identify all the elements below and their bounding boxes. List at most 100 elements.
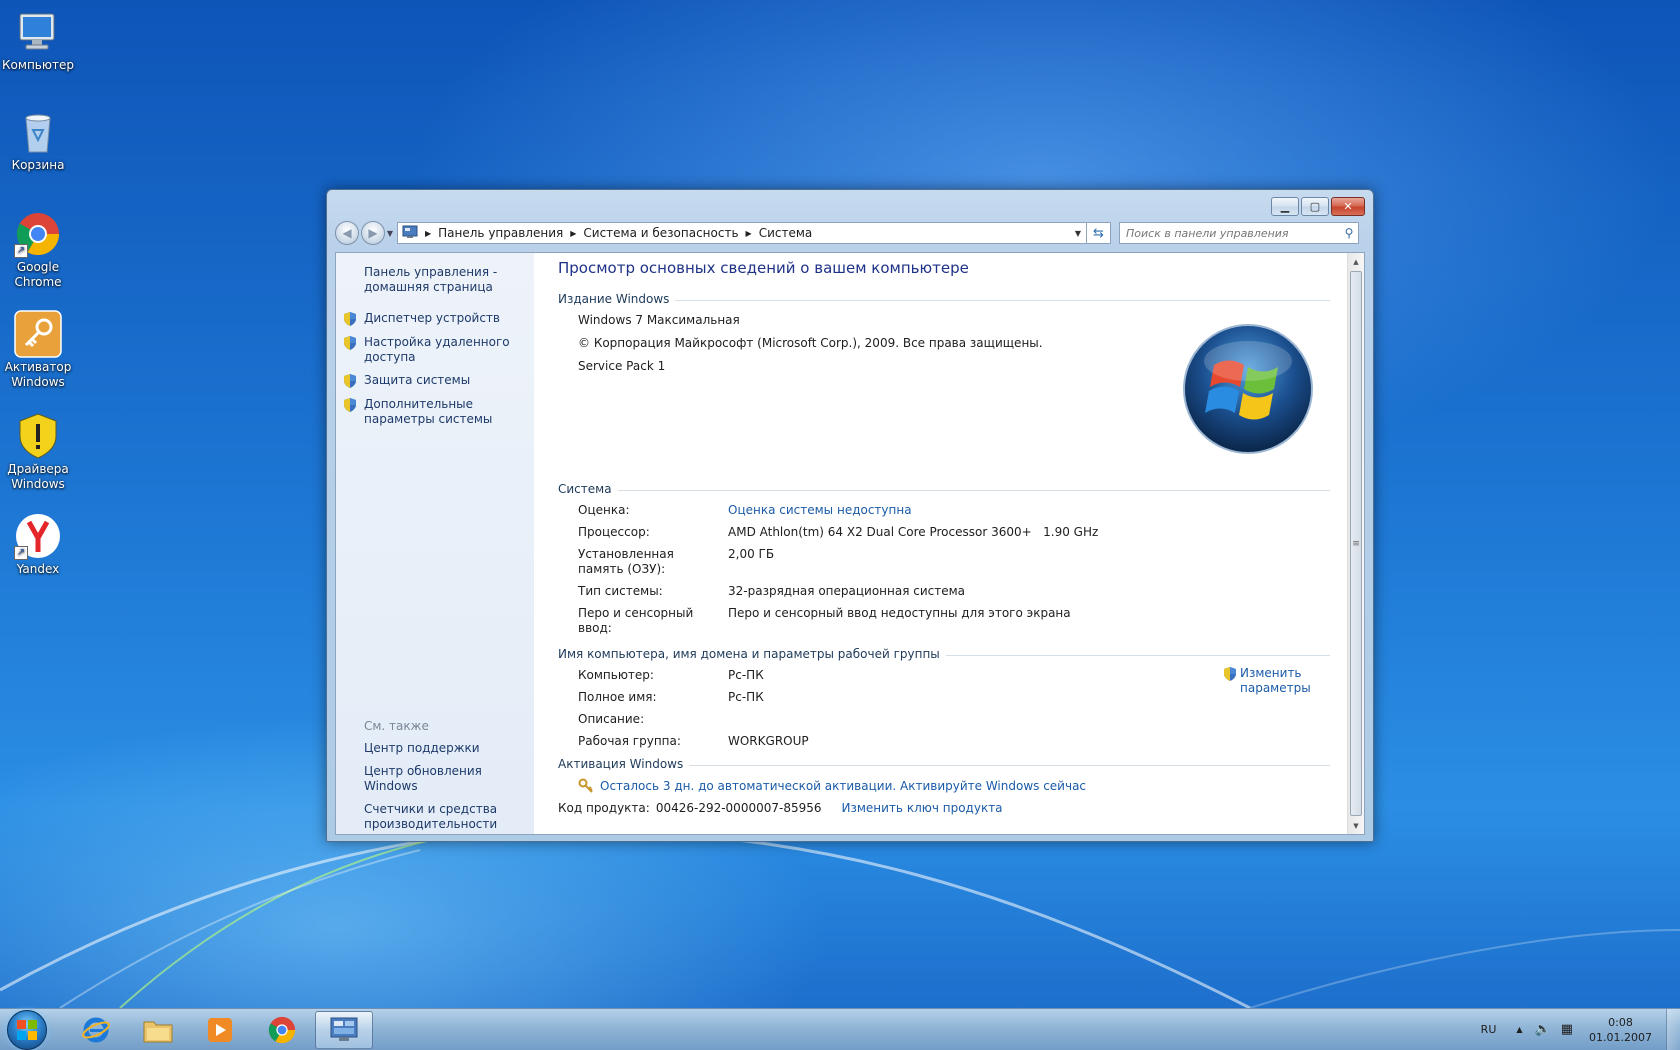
yandex-icon: ↗ [14,512,62,560]
sidebar-item-system-protection[interactable]: Защита системы [336,373,534,389]
taskbar: RU ▲ 🔈 ▦ 0:08 01.01.2007 [0,1008,1680,1050]
chrome-icon [268,1016,296,1043]
search-box[interactable]: ⚲ [1119,222,1359,244]
windows-logo-icon [1183,324,1313,454]
vertical-scrollbar[interactable]: ▲ ≡ ▼ [1347,253,1364,834]
taskbar-internet-explorer[interactable] [67,1011,125,1049]
change-settings-label: Изменить параметры [1240,666,1311,695]
section-activation: Активация Windows [558,756,1330,772]
refresh-button[interactable]: ⇆ [1087,222,1111,244]
desktop-icon-windows-drivers[interactable]: Драйвера Windows [4,412,72,492]
sidebar-item-device-manager[interactable]: Диспетчер устройств [336,311,534,327]
system-row-processor: Процессор: AMD Athlon(tm) 64 X2 Dual Cor… [578,525,1099,539]
uac-shield-icon [344,374,356,388]
computer-icon [14,8,62,56]
desktop-icon-recycle-bin[interactable]: Корзина [4,108,72,173]
scroll-down-icon[interactable]: ▼ [1348,817,1364,834]
computer-row-description: Описание: [578,712,645,726]
volume-icon[interactable]: 🔈 [1535,1022,1551,1037]
see-also-performance[interactable]: Счетчики и средства производительности [364,802,534,832]
desktop-icon-computer[interactable]: Компьютер [2,8,74,73]
breadcrumb-separator-icon: ▶ [570,228,577,238]
product-key-value: 00426-292-0000007-85956 [655,801,822,815]
taskbar-explorer[interactable] [129,1011,187,1049]
breadcrumb-system[interactable]: Система [759,226,813,240]
sidebar-item-remote-access[interactable]: Настройка удаленного доступа [336,335,534,365]
search-icon[interactable]: ⚲ [1340,226,1358,240]
taskbar-chrome[interactable] [253,1011,311,1049]
shortcut-arrow-icon: ↗ [14,244,28,258]
search-input[interactable] [1126,226,1340,240]
desktop-icon-label: Корзина [11,158,65,172]
section-heading: Имя компьютера, имя домена и параметры р… [558,647,940,661]
see-also-section: См. также Центр поддержки Центр обновлен… [364,719,534,840]
section-system: Система [558,481,1330,497]
show-hidden-icons-icon[interactable]: ▲ [1516,1025,1522,1034]
section-heading: Издание Windows [558,292,670,306]
scroll-up-icon[interactable]: ▲ [1348,253,1364,270]
show-desktop-button[interactable] [1666,1008,1680,1050]
change-settings-button[interactable]: Изменить параметры [1222,666,1311,696]
sidebar-item-label: Дополнительные параметры системы [364,397,493,426]
desktop-icon-windows-activator[interactable]: Активатор Windows [4,310,72,390]
sidebar-item-advanced-settings[interactable]: Дополнительные параметры системы [336,397,534,427]
close-button[interactable]: ✕ [1331,197,1365,216]
change-product-key-link[interactable]: Изменить ключ продукта [842,801,1003,816]
address-bar[interactable]: ▶ Панель управления ▶ Система и безопасн… [397,222,1087,244]
main-panel: Просмотр основных сведений о вашем компь… [534,253,1364,834]
breadcrumb-separator-icon: ▶ [745,228,752,238]
clock-time: 0:08 [1608,1015,1633,1029]
key-activator-icon [14,310,62,358]
taskbar-control-panel[interactable] [315,1010,373,1049]
section-windows-edition: Издание Windows [558,291,1330,307]
chrome-icon: ↗ [14,210,62,258]
desktop-icon-label: Yandex [16,562,60,576]
media-player-icon [208,1017,232,1042]
see-also-windows-update[interactable]: Центр обновления Windows [364,764,534,794]
desktop: Компьютер Корзина ↗ Google Chrome Актива… [0,0,1680,1008]
rating-link[interactable]: Оценка системы недоступна [728,503,1364,518]
folder-icon [143,1021,173,1042]
desktop-icon-label: Активатор Windows [4,360,72,389]
system-row-type: Тип системы: 32-разрядная операционная с… [578,584,966,598]
see-also-action-center[interactable]: Центр поддержки [364,741,534,756]
control-panel-icon [402,225,418,242]
shortcut-arrow-icon: ↗ [14,546,28,560]
page-title: Просмотр основных сведений о вашем компь… [558,259,969,277]
system-row-rating: Оценка: Оценка системы недоступна [578,503,1364,518]
uac-shield-icon [344,336,356,350]
window-controls: ▁ ▢ ✕ [1271,197,1365,216]
sidebar-control-panel-home[interactable]: Панель управления - домашняя страница [336,265,534,295]
start-button[interactable] [7,1009,47,1050]
desktop-icon-yandex[interactable]: ↗ Yandex [4,512,72,577]
uac-shield-icon [344,398,356,412]
back-button[interactable]: ◀ [335,221,359,245]
desktop-icon-google-chrome[interactable]: ↗ Google Chrome [4,210,72,290]
taskbar-media-player[interactable] [191,1011,249,1049]
address-dropdown-icon[interactable]: ▼ [1070,229,1086,238]
breadcrumb-system-security[interactable]: Система и безопасность [583,226,738,240]
warning-shield-icon [14,412,62,460]
network-icon[interactable]: ▦ [1561,1022,1573,1037]
sidebar-item-label: Защита системы [364,373,471,387]
breadcrumb-control-panel[interactable]: Панель управления [438,226,563,240]
control-panel-icon [330,1017,358,1041]
computer-row-workgroup: Рабочая группа: WORKGROUP [578,734,809,748]
scroll-thumb[interactable]: ≡ [1350,271,1362,816]
product-key-row: Код продукта: 00426-292-0000007-85956 Из… [558,801,1364,816]
language-indicator[interactable]: RU [1481,1023,1497,1036]
clock[interactable]: 0:08 01.01.2007 [1589,1015,1652,1045]
activate-now-link[interactable]: Осталось 3 дн. до автоматической активац… [600,779,1086,793]
forward-button[interactable]: ▶ [361,221,385,245]
minimize-button[interactable]: ▁ [1271,197,1299,216]
desktop-icon-label: Google Chrome [14,260,62,289]
window-content: Панель управления - домашняя страница Ди… [335,252,1365,835]
system-rows: Оценка: Оценка системы недоступна Процес… [558,503,1364,636]
system-row-memory: Установленная память (ОЗУ): 2,00 ГБ [578,547,775,576]
recycle-bin-icon [14,108,62,156]
clock-date: 01.01.2007 [1589,1030,1652,1044]
recent-pages-dropdown[interactable]: ▼ [385,229,395,238]
maximize-button[interactable]: ▢ [1301,197,1329,216]
activation-notice: Осталось 3 дн. до автоматической активац… [578,778,1364,794]
desktop-icon-label: Драйвера Windows [7,462,69,491]
